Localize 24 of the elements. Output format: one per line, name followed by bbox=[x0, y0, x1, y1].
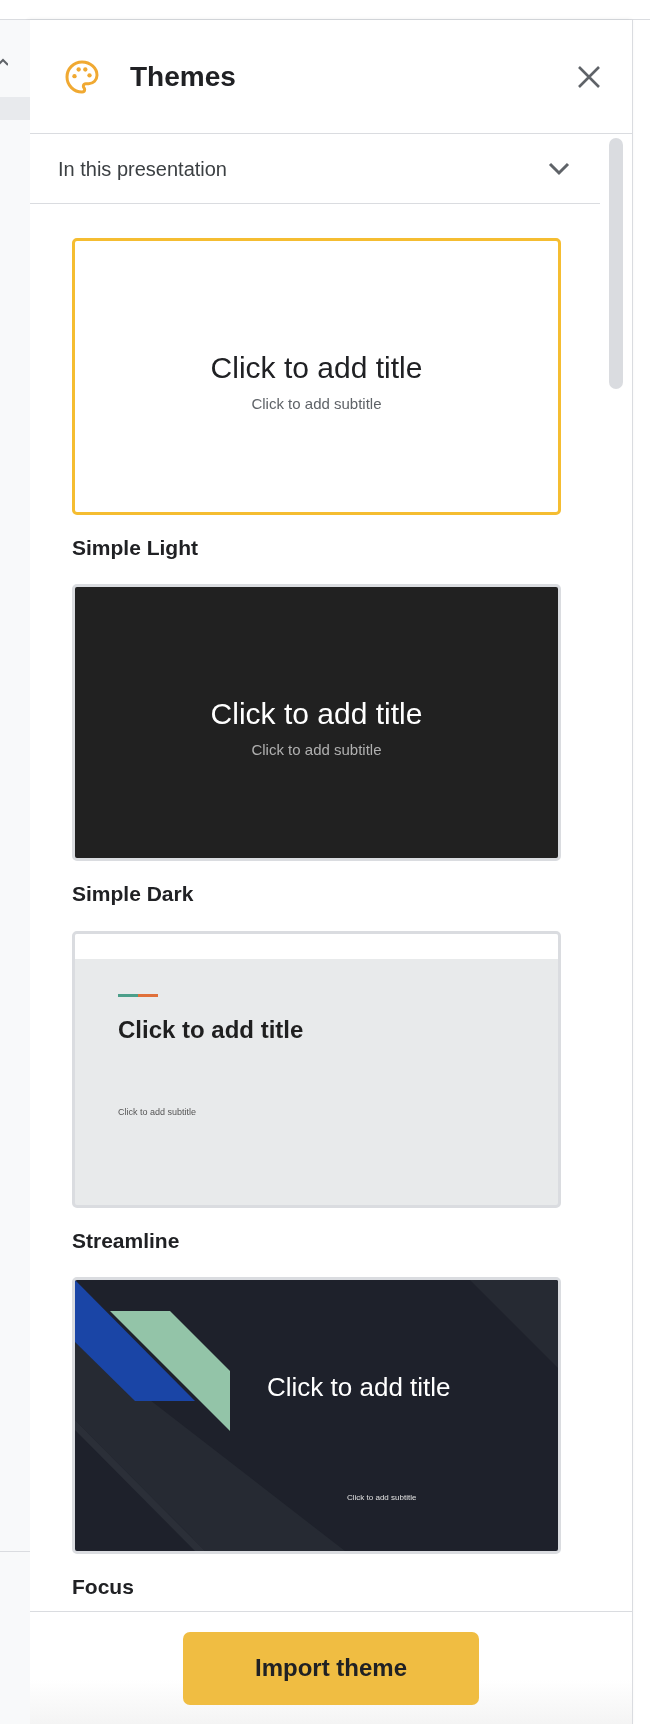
accent-line bbox=[118, 993, 158, 997]
scrollbar[interactable] bbox=[609, 138, 623, 389]
panel-title: Themes bbox=[130, 59, 236, 94]
slide-subtitle: Click to add subtitle bbox=[118, 1105, 197, 1119]
slide-title: Click to add title bbox=[209, 696, 424, 733]
theme-name: Streamline bbox=[72, 1227, 181, 1254]
theme-name: Simple Dark bbox=[72, 881, 195, 908]
theme-thumbnail[interactable]: Click to add title Click to add subtitle bbox=[72, 238, 561, 515]
dropdown-value: In this presentation bbox=[58, 156, 227, 182]
theme-thumbnail[interactable]: Click to add title Click to add subtitle bbox=[72, 584, 561, 862]
theme-thumbnail[interactable]: Click to add title Click to add subtitle bbox=[72, 930, 561, 1208]
slide-subtitle: Click to add subtitle bbox=[347, 1491, 417, 1504]
theme-name: Focus bbox=[72, 1573, 135, 1600]
theme-name: Simple Light bbox=[72, 535, 199, 561]
slide-title: Click to add title bbox=[209, 350, 424, 386]
slide-title: Click to add title bbox=[267, 1370, 451, 1404]
theme-thumbnail[interactable]: Click to add title Click to add subtitle bbox=[72, 1276, 561, 1554]
caret-icon bbox=[548, 161, 570, 176]
slide-title: Click to add title bbox=[118, 1014, 304, 1045]
theme-filter-dropdown[interactable]: In this presentation bbox=[30, 134, 600, 204]
slide-subtitle: Click to add subtitle bbox=[250, 394, 383, 414]
slide-subtitle: Click to add subtitle bbox=[250, 740, 383, 761]
import-theme-button[interactable]: Import theme bbox=[183, 1631, 479, 1705]
chevron-icon[interactable] bbox=[0, 58, 8, 68]
